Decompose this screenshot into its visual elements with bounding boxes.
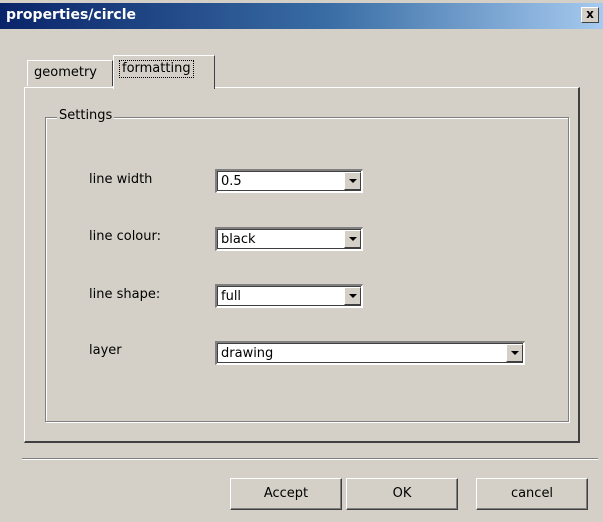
tab-formatting-label: formatting [119, 60, 194, 78]
tab-formatting[interactable]: formatting [113, 55, 215, 89]
line-width-select[interactable]: 0.5 [215, 169, 363, 193]
tab-geometry-label: geometry [34, 65, 98, 80]
settings-group [45, 117, 569, 422]
properties-dialog: properties/circle x geometry formatting … [0, 0, 603, 522]
close-icon: x [586, 7, 594, 21]
line-shape-select[interactable]: full [215, 284, 363, 308]
tab-geometry[interactable]: geometry [27, 60, 113, 86]
line-shape-label: line shape: [89, 287, 161, 302]
formatting-panel: Settings line width 0.5 line colour: bla… [24, 87, 580, 443]
title-bar[interactable]: properties/circle x [0, 3, 603, 29]
line-width-label: line width [89, 172, 153, 187]
layer-select[interactable]: drawing [215, 341, 525, 365]
ok-button[interactable]: OK [346, 478, 458, 510]
window-title: properties/circle [6, 7, 136, 23]
line-colour-label: line colour: [89, 229, 161, 244]
line-colour-value: black [221, 232, 256, 247]
chevron-down-icon[interactable] [344, 230, 361, 248]
button-separator [22, 458, 598, 460]
chevron-down-icon[interactable] [506, 344, 523, 362]
line-colour-select[interactable]: black [215, 227, 363, 251]
settings-group-title: Settings [57, 108, 115, 123]
chevron-down-icon[interactable] [344, 172, 361, 190]
layer-value: drawing [221, 346, 274, 361]
chevron-down-icon[interactable] [344, 287, 361, 305]
layer-label: layer [89, 343, 122, 358]
cancel-button[interactable]: cancel [476, 478, 588, 510]
line-shape-value: full [221, 289, 242, 304]
line-width-value: 0.5 [221, 174, 242, 189]
accept-button[interactable]: Accept [230, 478, 342, 510]
close-button[interactable]: x [581, 7, 599, 23]
